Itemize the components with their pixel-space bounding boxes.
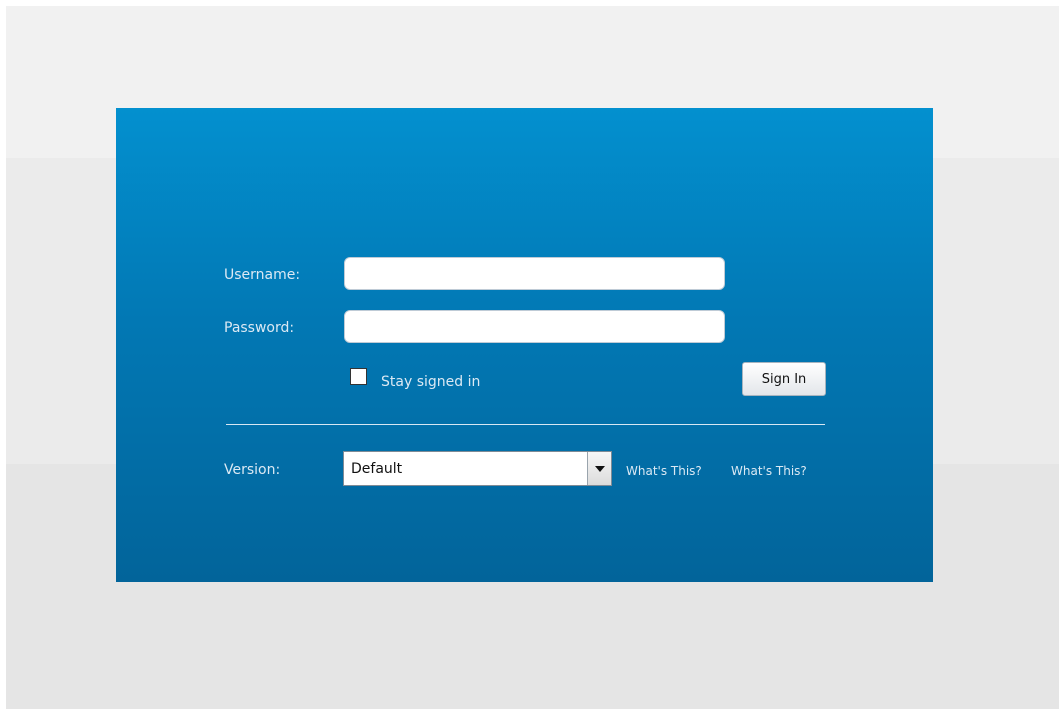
stay-signed-in-label[interactable]: Stay signed in [381,373,480,391]
whats-this-link[interactable]: What's This? [626,464,702,478]
password-input[interactable] [344,310,725,343]
whats-this-link-2[interactable]: What's This? [731,464,807,478]
sign-in-button[interactable]: Sign In [742,362,826,396]
page-background: Username: Password: Stay signed in Sign … [6,6,1059,709]
stay-signed-in-checkbox[interactable] [350,368,367,385]
username-input[interactable] [344,257,725,290]
chevron-down-icon [595,466,605,472]
password-label: Password: [224,320,295,336]
dropdown-arrow-button[interactable] [587,452,611,485]
login-panel: Username: Password: Stay signed in Sign … [116,108,933,582]
username-label: Username: [224,267,301,283]
version-selected-value: Default [351,461,403,477]
form-divider [226,424,825,425]
version-label: Version: [224,462,281,478]
version-select[interactable]: Default [343,451,612,486]
